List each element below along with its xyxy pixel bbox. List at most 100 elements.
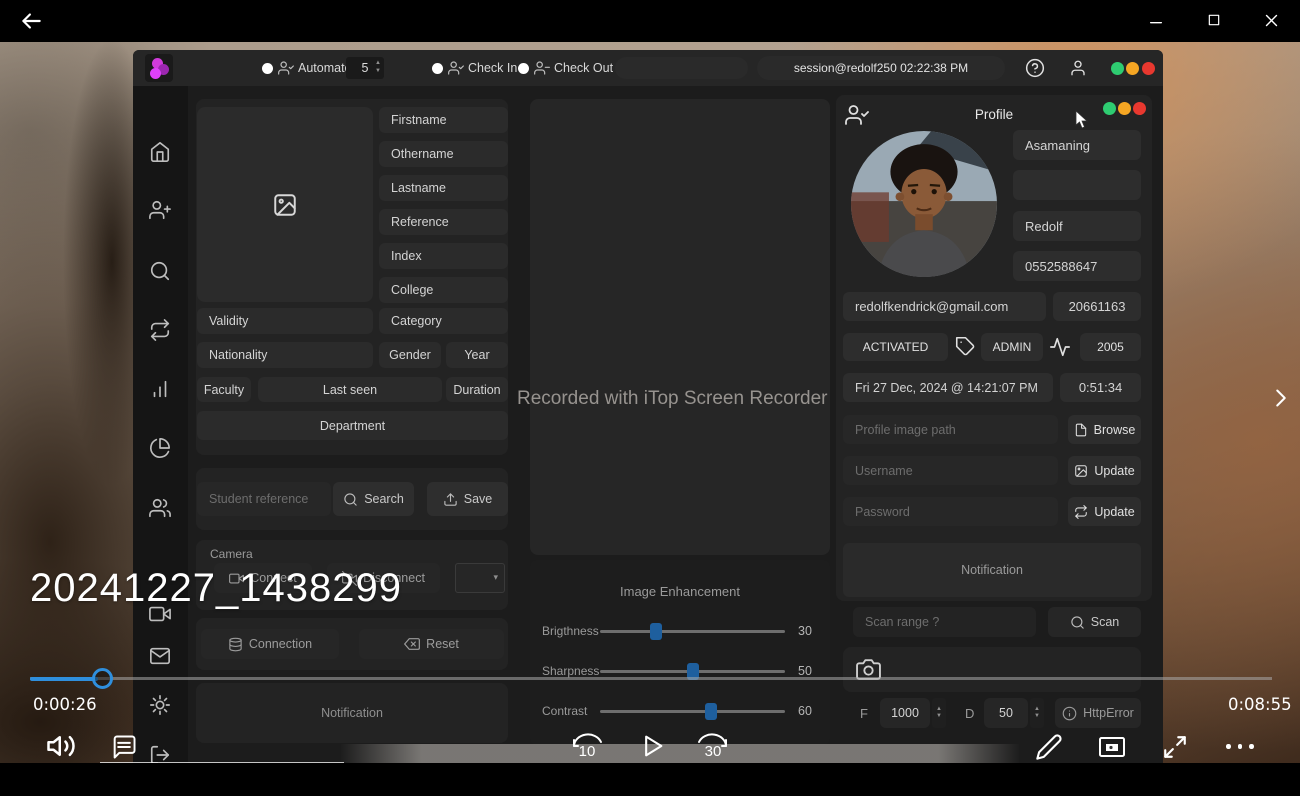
sidebar-search-icon[interactable] (149, 260, 171, 282)
field-nationality[interactable]: Nationality (197, 342, 373, 368)
field-validity[interactable]: Validity (197, 308, 373, 334)
role-admin-button[interactable]: ADMIN (981, 333, 1043, 361)
d-value-field[interactable]: 50 (984, 698, 1028, 728)
check-in-radio[interactable] (432, 63, 443, 74)
fullscreen-button[interactable] (1162, 734, 1188, 760)
http-error-button[interactable]: HttpError (1055, 698, 1141, 728)
profile-datetime-field[interactable]: Fri 27 Dec, 2024 @ 14:21:07 PM (843, 373, 1053, 402)
field-lastname[interactable]: Lastname (379, 175, 508, 201)
field-department[interactable]: Department (197, 411, 508, 440)
automate-radio[interactable] (262, 63, 273, 74)
topbar-empty-input[interactable] (615, 57, 748, 79)
status-activated-button[interactable]: ACTIVATED (843, 333, 948, 361)
field-duration[interactable]: Duration (446, 377, 508, 402)
field-index[interactable]: Index (379, 243, 508, 269)
profile-surname-field[interactable]: Asamaning (1013, 130, 1141, 160)
spinner-arrows-icon[interactable]: ▲▼ (375, 59, 381, 75)
maximize-button[interactable] (1206, 12, 1222, 28)
letterbox-bottom (0, 763, 1300, 796)
password-input[interactable]: Password (843, 497, 1058, 526)
camera-select-dropdown[interactable]: ▾ (455, 563, 505, 593)
profile-image-path-input[interactable]: Profile image path (843, 415, 1058, 444)
sidebar-add-user-icon[interactable] (149, 199, 171, 221)
field-othername[interactable]: Othername (379, 141, 508, 167)
field-college[interactable]: College (379, 277, 508, 303)
back-arrow-icon[interactable] (18, 8, 44, 34)
status-dot-green (1111, 62, 1124, 75)
field-gender[interactable]: Gender (379, 342, 441, 368)
f-label: F (860, 706, 868, 721)
more-options-button[interactable] (1226, 744, 1260, 752)
f-value-field[interactable]: 1000 (880, 698, 930, 728)
sidebar-home-icon[interactable] (149, 141, 171, 163)
profile-photo[interactable] (851, 131, 997, 277)
automate-count-spinner[interactable]: 5 ▲▼ (346, 57, 384, 79)
update-image-button[interactable]: Update (1068, 456, 1141, 485)
profile-email-field[interactable]: redolfkendrick@gmail.com (843, 292, 1046, 321)
seekbar[interactable] (30, 670, 1272, 686)
field-faculty[interactable]: Faculty (197, 377, 251, 402)
year-button[interactable]: 2005 (1080, 333, 1141, 361)
profile-firstname-field[interactable]: Redolf (1013, 211, 1141, 241)
contrast-slider-handle[interactable] (705, 703, 717, 720)
f-value: 1000 (891, 706, 919, 720)
d-spinner[interactable]: ▲▼ (1030, 698, 1044, 728)
minimize-button[interactable] (1148, 12, 1164, 28)
f-spinner[interactable]: ▲▼ (932, 698, 946, 728)
save-button[interactable]: Save (427, 482, 508, 516)
seek-handle[interactable] (92, 668, 113, 689)
captions-button[interactable] (110, 733, 138, 761)
seek-track[interactable] (30, 677, 1272, 680)
user-check-icon (448, 60, 464, 76)
sidebar-pie-chart-icon[interactable] (149, 437, 171, 459)
status-dot-yellow (1126, 62, 1139, 75)
profile-othername-field[interactable] (1013, 170, 1141, 200)
browse-label: Browse (1094, 423, 1136, 437)
next-video-button[interactable] (1266, 383, 1296, 413)
sidebar-users-icon[interactable] (149, 497, 171, 519)
field-category[interactable]: Category (379, 308, 508, 334)
scan-button[interactable]: Scan (1048, 607, 1141, 637)
username-input[interactable]: Username (843, 456, 1058, 485)
profile-student-id-field[interactable]: 20661163 (1053, 292, 1141, 321)
sidebar-bar-chart-icon[interactable] (149, 378, 171, 400)
play-button[interactable] (638, 732, 666, 760)
sidebar-settings-icon[interactable] (149, 694, 171, 716)
profile-phone-field[interactable]: 0552588647 (1013, 251, 1141, 281)
connection-button[interactable]: Connection (201, 629, 339, 659)
year-label: 2005 (1097, 340, 1124, 354)
field-last-seen[interactable]: Last seen (258, 377, 442, 402)
search-button[interactable]: Search (333, 482, 414, 516)
brightness-slider[interactable] (600, 630, 785, 633)
backspace-icon (404, 636, 420, 652)
sidebar-mail-icon[interactable] (149, 645, 171, 667)
student-photo-placeholder[interactable] (197, 107, 373, 302)
forward-30-button[interactable]: 30 (694, 729, 732, 765)
sidebar-logout-icon[interactable] (149, 744, 171, 763)
scan-range-input[interactable]: Scan range ? (853, 607, 1036, 637)
user-icon[interactable] (1069, 59, 1087, 77)
student-reference-input[interactable]: Student reference (197, 482, 331, 516)
rewind-10-button[interactable]: 10 (568, 729, 606, 765)
field-firstname[interactable]: Firstname (379, 107, 508, 133)
volume-button[interactable] (46, 731, 76, 761)
profile-session-time-field[interactable]: 0:51:34 (1060, 373, 1141, 402)
pip-button[interactable] (1098, 735, 1126, 759)
update-password-button[interactable]: Update (1068, 497, 1141, 526)
annotate-pencil-button[interactable] (1035, 733, 1063, 761)
field-reference[interactable]: Reference (379, 209, 508, 235)
contrast-slider[interactable] (600, 710, 785, 713)
total-time: 0:08:55 (1228, 695, 1292, 714)
check-out-radio[interactable] (518, 63, 529, 74)
help-icon[interactable] (1025, 58, 1045, 78)
close-button[interactable] (1263, 12, 1280, 29)
camera-group-label: Camera (210, 547, 253, 561)
session-pill[interactable]: session@redolf250 02:22:38 PM (757, 56, 1005, 80)
brightness-slider-handle[interactable] (650, 623, 662, 640)
field-year[interactable]: Year (446, 342, 508, 368)
info-icon (1062, 706, 1077, 721)
update-image-label: Update (1094, 464, 1134, 478)
reset-button[interactable]: Reset (359, 629, 504, 659)
browse-button[interactable]: Browse (1068, 415, 1141, 444)
sidebar-sync-icon[interactable] (149, 319, 171, 341)
